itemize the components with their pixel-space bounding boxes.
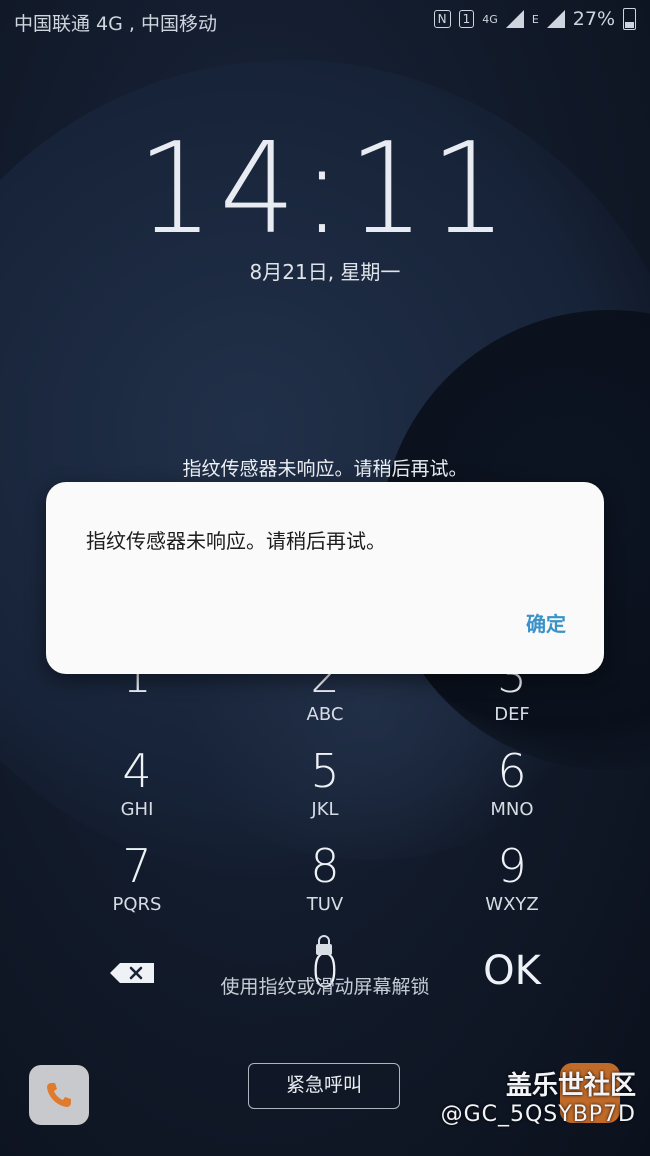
key-letters: DEF — [494, 704, 530, 725]
key-letters: GHI — [120, 799, 154, 820]
clock: 14:11 — [137, 116, 513, 263]
date-label: 8月21日, 星期一 — [249, 260, 401, 284]
key-letters: WXYZ — [485, 894, 539, 915]
key-digit: 4 — [122, 744, 152, 798]
key-digit: 8 — [310, 839, 340, 893]
key-digit: 7 — [122, 839, 152, 893]
fingerprint-hint: 指纹传感器未响应。请稍后再试。 — [182, 458, 468, 480]
key-4[interactable]: 4 GHI — [67, 745, 207, 820]
battery-percent: 27% — [572, 8, 615, 30]
key-letters: ABC — [306, 704, 344, 725]
key-6[interactable]: 6 MNO — [442, 745, 582, 820]
network-e-label: E — [531, 12, 539, 26]
phone-shortcut[interactable] — [29, 1065, 89, 1125]
emergency-call-button[interactable]: 紧急呼叫 — [248, 1063, 400, 1109]
lock-icon — [316, 935, 332, 955]
unlock-hint: 使用指纹或滑动屏幕解锁 — [220, 976, 430, 998]
status-bar: 中国联通 4G , 中国移动 N 1 4G E 27% — [0, 0, 650, 40]
key-5[interactable]: 5 JKL — [255, 745, 395, 820]
carrier-label: 中国联通 4G , 中国移动 — [14, 13, 217, 35]
key-digit: 6 — [497, 744, 527, 798]
network-4g-label: 4G — [482, 12, 498, 26]
watermark-site: 盖乐世社区 — [505, 1071, 636, 1101]
dialog-message: 指纹传感器未响应。请稍后再试。 — [86, 529, 386, 553]
signal-icon — [505, 10, 524, 28]
key-letters: TUV — [306, 894, 344, 915]
watermark-user: @GC_5QSYBP7D — [440, 1102, 636, 1127]
phone-icon — [47, 1083, 71, 1107]
alert-dialog: 指纹传感器未响应。请稍后再试。 确定 — [46, 482, 604, 674]
key-digit: 9 — [497, 839, 527, 893]
confirm-button[interactable]: 确定 — [526, 608, 566, 637]
key-8[interactable]: 8 TUV — [255, 840, 395, 915]
signal-icon-2 — [546, 10, 565, 28]
key-digit: 5 — [310, 744, 340, 798]
key-9[interactable]: 9 WXYZ — [442, 840, 582, 915]
key-7[interactable]: 7 PQRS — [67, 840, 207, 915]
key-letters: PQRS — [112, 894, 162, 915]
key-letters: JKL — [311, 799, 339, 820]
nfc-icon: N — [433, 10, 451, 28]
battery-icon — [623, 8, 636, 30]
sim-icon: 1 — [458, 10, 475, 28]
key-letters: MNO — [490, 799, 534, 820]
